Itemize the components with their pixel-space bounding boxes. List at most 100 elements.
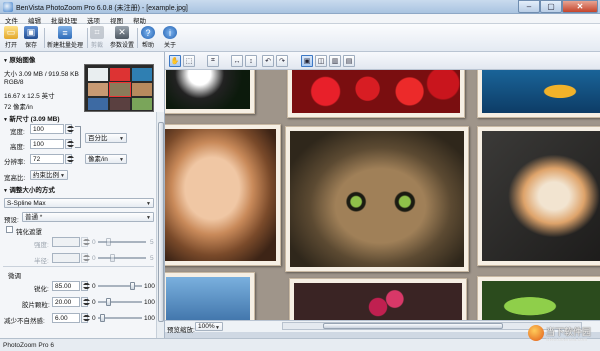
photo-tile-frog (477, 276, 600, 320)
zoom-select[interactable]: 100% ▼ (195, 322, 223, 331)
save-button[interactable]: ▣ 保存 (24, 26, 38, 50)
menu-help[interactable]: 帮助 (128, 14, 151, 25)
fine-tuning-header: 微调 (8, 273, 21, 280)
artifact-reduction-input[interactable]: 6.00 (52, 313, 80, 323)
sharpness-input[interactable]: 85.00 (52, 281, 80, 291)
preset-select[interactable]: 普通 * ▼ (22, 212, 154, 222)
navigator-thumbnail[interactable] (84, 64, 154, 112)
size-unit-select[interactable]: 百分比 ▼ (85, 133, 127, 143)
thumb-tile (88, 83, 108, 96)
save-disk-icon: ▣ (24, 26, 38, 39)
preferences-button[interactable]: ✕ 参数设置 (110, 26, 134, 50)
sharpness-label: 锐化: (34, 286, 49, 293)
rotate-left-icon[interactable]: ↶ (262, 55, 274, 67)
resolution-unit-select[interactable]: 像素/in ▼ (85, 154, 127, 164)
help-button[interactable]: ? 帮助 (141, 26, 155, 50)
settings-scrollbar[interactable] (156, 112, 164, 338)
scrollbar-thumb[interactable] (323, 323, 503, 329)
menu-edit[interactable]: 编辑 (23, 14, 46, 25)
shell-image (482, 131, 600, 261)
strength-spinner[interactable] (81, 237, 90, 247)
slider-thumb[interactable] (130, 282, 135, 290)
watermark-logo-icon (528, 325, 544, 341)
film-grain-slider[interactable] (98, 297, 142, 307)
portrait-image (165, 129, 276, 261)
sharpness-slider[interactable] (98, 281, 142, 291)
resolution-input[interactable]: 72 (30, 154, 64, 164)
split-dual-icon[interactable]: ▥ (329, 55, 341, 67)
flip-horizontal-icon[interactable]: ↔ (231, 55, 243, 67)
slider-thumb[interactable] (106, 298, 111, 306)
fish-image (482, 70, 600, 113)
film-grain-input[interactable]: 20.00 (52, 297, 80, 307)
algorithm-select[interactable]: S-Spline Max ▼ (4, 198, 154, 208)
menu-options[interactable]: 选项 (82, 14, 105, 25)
strength-input[interactable] (52, 237, 80, 247)
about-button[interactable]: i 关于 (163, 26, 177, 50)
crop-label: 剪裁 (90, 43, 103, 49)
resolution-spinner[interactable] (65, 154, 74, 164)
strength-slider[interactable] (98, 237, 146, 247)
new-size-header[interactable]: 新尺寸 (3.09 MB) (3, 113, 59, 123)
single-view-icon[interactable]: ▣ (301, 55, 313, 67)
radius-input[interactable] (52, 253, 80, 263)
film-grain-spinner[interactable] (81, 297, 90, 307)
width-label: 宽度: (10, 129, 25, 136)
resize-method-header[interactable]: 调整大小的方式 (3, 184, 55, 194)
new-batch-button[interactable]: ≡ 新建批量处理 (47, 26, 83, 50)
radius-spinner[interactable] (81, 253, 90, 263)
split-horizontal-icon[interactable]: ▤ (343, 55, 355, 67)
radius-slider[interactable] (98, 253, 146, 263)
save-label: 保存 (24, 43, 37, 49)
chevron-down-icon: ▼ (146, 201, 151, 207)
strength-label: 强度: (34, 242, 49, 249)
help-label: 帮助 (141, 43, 154, 49)
aspect-select[interactable]: 约束比例 ▼ (30, 170, 68, 180)
settings-panel: 原始图像 大小 3.09 MB / 919.58 KB RGB/8 16.67 … (0, 52, 165, 338)
toolbar-separator (44, 28, 45, 48)
toolbar-separator (87, 28, 88, 48)
open-button[interactable]: ▭ 打开 (4, 26, 18, 50)
height-spinner[interactable] (65, 139, 74, 149)
width-spinner[interactable] (65, 124, 74, 134)
link-bracket (75, 126, 81, 148)
unsharp-mask-checkbox[interactable] (6, 226, 13, 233)
info-icon: i (163, 26, 177, 39)
thumb-tile (132, 98, 152, 110)
artifact-reduction-spinner[interactable] (81, 313, 90, 323)
slider-thumb[interactable] (100, 314, 105, 322)
height-input[interactable]: 100 (30, 139, 64, 149)
photo-tile-sky (165, 272, 255, 320)
preset-value: 普通 * (25, 214, 43, 221)
artifact-reduction-slider[interactable] (98, 313, 142, 323)
menu-view[interactable]: 视图 (105, 14, 128, 25)
view-toolbar: ✋ ⬚ ⌗ ↔ ↕ ↶ ↷ ▣ ◫ ▥ ▤ (165, 52, 600, 70)
close-button[interactable]: ✕ (562, 0, 598, 13)
slider-thumb[interactable] (106, 238, 111, 246)
radius-min: 0 (92, 255, 96, 262)
width-input[interactable]: 100 (30, 124, 64, 134)
hand-pan-icon[interactable]: ✋ (169, 55, 181, 67)
menu-file[interactable]: 文件 (0, 14, 23, 25)
split-vertical-icon[interactable]: ◫ (315, 55, 327, 67)
image-preview[interactable] (165, 70, 600, 320)
sharpness-spinner[interactable] (81, 281, 90, 291)
rotate-right-icon[interactable]: ↷ (276, 55, 288, 67)
scrollbar-thumb[interactable] (158, 122, 164, 322)
slider-thumb[interactable] (110, 254, 115, 262)
title-bar: BenVista PhotoZoom Pro 6.0.8 (未注册) - [ex… (0, 0, 600, 14)
crop-view-icon[interactable]: ⌗ (207, 55, 219, 67)
zoom-select-icon[interactable]: ⬚ (183, 55, 195, 67)
status-bar: PhotoZoom Pro 6 (0, 338, 600, 351)
maximize-button[interactable]: ▢ (540, 0, 562, 13)
size-unit-value: 百分比 (88, 135, 108, 142)
menu-batch[interactable]: 批量处理 (46, 14, 82, 25)
minimize-button[interactable]: – (518, 0, 540, 13)
radius-max: 5 (150, 255, 154, 262)
batch-stack-icon: ≡ (58, 26, 72, 39)
flip-vertical-icon[interactable]: ↕ (245, 55, 257, 67)
strength-max: 5 (150, 239, 154, 246)
crop-button[interactable]: ⌗ 剪裁 (90, 26, 104, 50)
thumb-tile (132, 68, 152, 81)
original-image-header[interactable]: 原始图像 (3, 54, 35, 64)
